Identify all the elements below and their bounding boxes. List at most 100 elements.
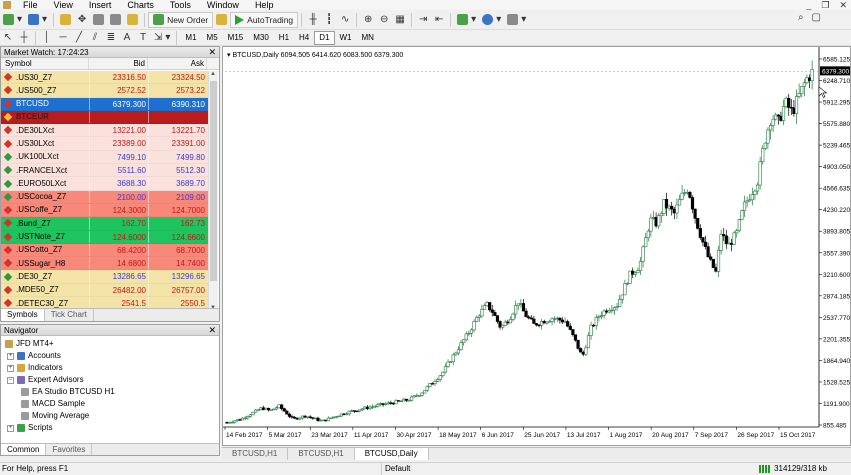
autotrading-button[interactable]: AutoTrading xyxy=(230,11,299,28)
tf-d1[interactable]: D1 xyxy=(314,30,335,45)
close-icon[interactable]: ✕ xyxy=(208,47,216,58)
market-watch-row[interactable]: .EURO50LXct 3688.30 3689.70 xyxy=(1,177,208,191)
menu-tools[interactable]: Tools xyxy=(162,0,199,10)
horizontal-line-button[interactable]: ─ xyxy=(55,30,71,46)
menu-file[interactable]: File xyxy=(15,0,46,10)
column-symbol[interactable]: Symbol xyxy=(1,58,89,69)
tf-mn[interactable]: MN xyxy=(357,31,379,45)
menu-charts[interactable]: Charts xyxy=(119,0,162,10)
market-watch-toggle[interactable] xyxy=(57,12,74,28)
crosshair-button[interactable]: ┼ xyxy=(16,30,32,46)
market-watch-row[interactable]: .Bund_Z7 162.70 162.73 xyxy=(1,217,208,231)
tree-root[interactable]: JFD MT4+ xyxy=(1,338,219,350)
chart-tab-btcusd-daily[interactable]: BTCUSD,Daily xyxy=(354,448,429,460)
metaeditor-button[interactable] xyxy=(213,12,230,28)
tf-m15[interactable]: M15 xyxy=(223,31,249,45)
new-order-button[interactable]: New Order xyxy=(148,11,214,28)
market-watch-row[interactable]: .MDE50_Z7 26482.00 26757.00 xyxy=(1,283,208,298)
nav-item-scripts[interactable]: + Scripts xyxy=(1,422,219,434)
terminal-toggle[interactable] xyxy=(107,12,124,28)
arrows-button[interactable]: ⇲ ▾ xyxy=(151,30,173,46)
tf-w1[interactable]: W1 xyxy=(335,31,357,45)
channel-button[interactable]: ⫽ xyxy=(87,30,103,46)
navigator-toggle[interactable] xyxy=(90,12,107,28)
column-bid[interactable]: Bid xyxy=(89,58,148,69)
price-chart[interactable]: ▾ BTCUSD,Daily 6094.505 6414.620 6083.50… xyxy=(223,47,850,445)
market-watch-row[interactable]: .US30LXct 23389.00 23391.00 xyxy=(1,137,208,151)
periods-button[interactable]: ▾ xyxy=(479,12,504,28)
market-watch-row[interactable]: BTCUSD 6379.300 6390.310 xyxy=(1,97,208,111)
nav-item-indicators[interactable]: + Indicators xyxy=(1,362,219,374)
profiles-button[interactable]: ▾ xyxy=(25,12,50,28)
chart-tab-btcusd-h1-b[interactable]: BTCUSD,H1 xyxy=(288,448,355,460)
candlestick-button[interactable]: ┇ xyxy=(321,12,337,28)
vertical-line-button[interactable]: │ xyxy=(39,30,55,46)
tab-tick-chart[interactable]: Tick Chart xyxy=(45,309,94,321)
new-chart-button[interactable]: ▾ xyxy=(0,12,25,28)
market-watch-row[interactable]: BTCEUR xyxy=(1,110,208,125)
cursor-button[interactable]: ↖ xyxy=(0,30,16,46)
text-button[interactable]: A xyxy=(119,30,135,46)
market-watch-row[interactable]: .DE30LXct 13221.00 13221.70 xyxy=(1,124,208,138)
strategy-tester-toggle[interactable] xyxy=(124,12,141,28)
label-button[interactable]: T xyxy=(135,30,151,46)
expand-icon[interactable]: + xyxy=(7,364,14,372)
nav-item-ea-studio[interactable]: EA Studio BTCUSD H1 xyxy=(1,386,219,398)
expand-icon[interactable]: + xyxy=(7,352,14,360)
candle-bullish xyxy=(228,422,232,424)
market-watch-row[interactable]: .USSugar_H8 14.6800 14.7400 xyxy=(1,257,208,271)
collapse-icon[interactable]: − xyxy=(7,376,14,384)
nav-item-macd-sample[interactable]: MACD Sample xyxy=(1,398,219,410)
tf-m1[interactable]: M1 xyxy=(180,31,201,45)
fibonacci-button[interactable]: ≣ xyxy=(103,30,119,46)
y-tick-label: 3557.390 xyxy=(823,250,850,257)
market-watch-row[interactable]: .US500_Z7 2572.52 2573.22 xyxy=(1,84,208,98)
column-ask[interactable]: Ask xyxy=(148,58,207,69)
nav-item-expert-advisors[interactable]: − Expert Advisors xyxy=(1,374,219,386)
indicators-button[interactable]: ▾ xyxy=(454,12,479,28)
candle-bullish xyxy=(675,204,679,214)
menu-window[interactable]: Window xyxy=(199,0,247,10)
tf-h1[interactable]: H1 xyxy=(274,31,294,45)
menu-help[interactable]: Help xyxy=(247,0,282,10)
menu-view[interactable]: View xyxy=(46,0,81,10)
tile-windows-button[interactable]: ▦ xyxy=(392,12,408,28)
tf-m5[interactable]: M5 xyxy=(202,31,223,45)
nav-item-moving-average[interactable]: Moving Average xyxy=(1,410,219,422)
zoom-in-button[interactable]: ⊕ xyxy=(360,12,376,28)
market-watch-row[interactable]: .USTNote_Z7 124.6000 124.6600 xyxy=(1,230,208,244)
zoom-out-button[interactable]: ⊖ xyxy=(376,12,392,28)
market-watch-row[interactable]: .UK100LXct 7499.10 7499.80 xyxy=(1,150,208,165)
chart-tab-btcusd-h1-a[interactable]: BTCUSD,H1 xyxy=(222,448,289,460)
chart-shift-button[interactable]: ⇤ xyxy=(431,12,447,28)
data-window-toggle[interactable]: ✥ xyxy=(74,12,90,28)
scroll-up-icon[interactable]: ▲ xyxy=(210,71,216,77)
market-watch-row[interactable]: .USCoffe_Z7 124.3000 124.7000 xyxy=(1,203,208,218)
tf-m30[interactable]: M30 xyxy=(248,31,274,45)
tf-h4[interactable]: H4 xyxy=(294,31,314,45)
tab-common[interactable]: Common xyxy=(1,444,47,455)
menu-insert[interactable]: Insert xyxy=(81,0,120,10)
tab-symbols[interactable]: Symbols xyxy=(1,309,45,321)
market-watch-row[interactable]: .USCocoa_Z7 2100.00 2109.00 xyxy=(1,190,208,204)
trendline-button[interactable]: ╱ xyxy=(71,30,87,46)
chart-window[interactable]: ▾ BTCUSD,Daily 6094.505 6414.620 6083.50… xyxy=(222,46,851,446)
market-watch-row[interactable]: .US30_Z7 23316.50 23324.50 xyxy=(1,71,208,85)
market-watch-row[interactable]: .DE30_Z7 13286.65 13296.65 xyxy=(1,270,208,284)
nav-item-accounts[interactable]: + Accounts xyxy=(1,350,219,362)
market-watch-row[interactable]: .FRANCELXct 5511.60 5512.30 xyxy=(1,164,208,178)
expand-icon[interactable]: + xyxy=(7,424,14,432)
y-tick-label: 3210.600 xyxy=(823,272,850,279)
line-chart-button[interactable]: ∿ xyxy=(337,12,353,28)
tab-favorites[interactable]: Favorites xyxy=(46,444,93,455)
close-icon[interactable]: ✕ xyxy=(208,325,216,336)
chat-icon[interactable]: ▢ xyxy=(812,13,821,23)
search-icon[interactable]: ⌕ xyxy=(798,13,804,23)
scroll-thumb[interactable] xyxy=(210,81,217,281)
bar-chart-button[interactable]: ╫ xyxy=(305,12,321,28)
status-profile[interactable]: Default xyxy=(381,463,410,475)
templates-button[interactable]: ▾ xyxy=(504,12,529,28)
auto-scroll-button[interactable]: ⇥ xyxy=(415,12,431,28)
market-watch-row[interactable]: .USCotto_Z7 68.4200 68.7000 xyxy=(1,243,208,258)
market-watch-scrollbar[interactable]: ▲ ▼ xyxy=(208,71,218,311)
